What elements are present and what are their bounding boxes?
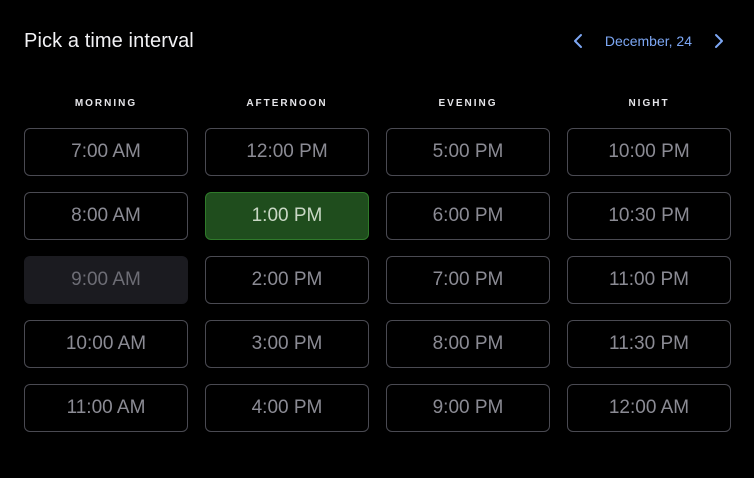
page-title: Pick a time interval	[24, 29, 194, 52]
column-header-morning: MORNING	[74, 98, 138, 109]
time-interval-picker: Pick a time interval December, 24 MORNIN…	[0, 0, 754, 478]
column-evening: EVENING 5:00 PM 6:00 PM 7:00 PM 8:00 PM …	[386, 98, 550, 448]
previous-day-button[interactable]	[567, 29, 591, 53]
time-slot[interactable]: 2:00 PM	[205, 256, 369, 304]
time-slot[interactable]: 10:00 PM	[567, 128, 731, 176]
time-slot[interactable]: 11:30 PM	[567, 320, 731, 368]
next-day-button[interactable]	[706, 29, 730, 53]
time-slot[interactable]: 7:00 PM	[386, 256, 550, 304]
picker-header: Pick a time interval December, 24	[24, 24, 730, 58]
time-slot[interactable]: 8:00 PM	[386, 320, 550, 368]
time-slot[interactable]: 5:00 PM	[386, 128, 550, 176]
time-slot[interactable]: 8:00 AM	[24, 192, 188, 240]
time-slot[interactable]: 11:00 PM	[567, 256, 731, 304]
time-slot[interactable]: 7:00 AM	[24, 128, 188, 176]
date-navigation: December, 24	[567, 29, 730, 53]
time-slot[interactable]: 3:00 PM	[205, 320, 369, 368]
time-slot[interactable]: 9:00 PM	[386, 384, 550, 432]
column-night: NIGHT 10:00 PM 10:30 PM 11:00 PM 11:30 P…	[567, 98, 731, 448]
time-slot[interactable]: 12:00 PM	[205, 128, 369, 176]
time-slot-selected[interactable]: 1:00 PM	[205, 192, 369, 240]
time-slot[interactable]: 6:00 PM	[386, 192, 550, 240]
column-morning: MORNING 7:00 AM 8:00 AM 9:00 AM 10:00 AM…	[24, 98, 188, 448]
current-date: December, 24	[604, 33, 692, 49]
time-slot[interactable]: 10:00 AM	[24, 320, 188, 368]
chevron-left-icon	[573, 34, 582, 48]
column-afternoon: AFTERNOON 12:00 PM 1:00 PM 2:00 PM 3:00 …	[205, 98, 369, 448]
column-header-night: NIGHT	[628, 98, 670, 109]
time-slot[interactable]: 10:30 PM	[567, 192, 731, 240]
column-header-evening: EVENING	[438, 98, 498, 109]
time-slot-grid: MORNING 7:00 AM 8:00 AM 9:00 AM 10:00 AM…	[24, 98, 731, 448]
time-slot[interactable]: 11:00 AM	[24, 384, 188, 432]
time-slot-disabled: 9:00 AM	[24, 256, 188, 304]
time-slot[interactable]: 4:00 PM	[205, 384, 369, 432]
column-header-afternoon: AFTERNOON	[246, 98, 328, 109]
time-slot[interactable]: 12:00 AM	[567, 384, 731, 432]
chevron-right-icon	[715, 34, 723, 48]
